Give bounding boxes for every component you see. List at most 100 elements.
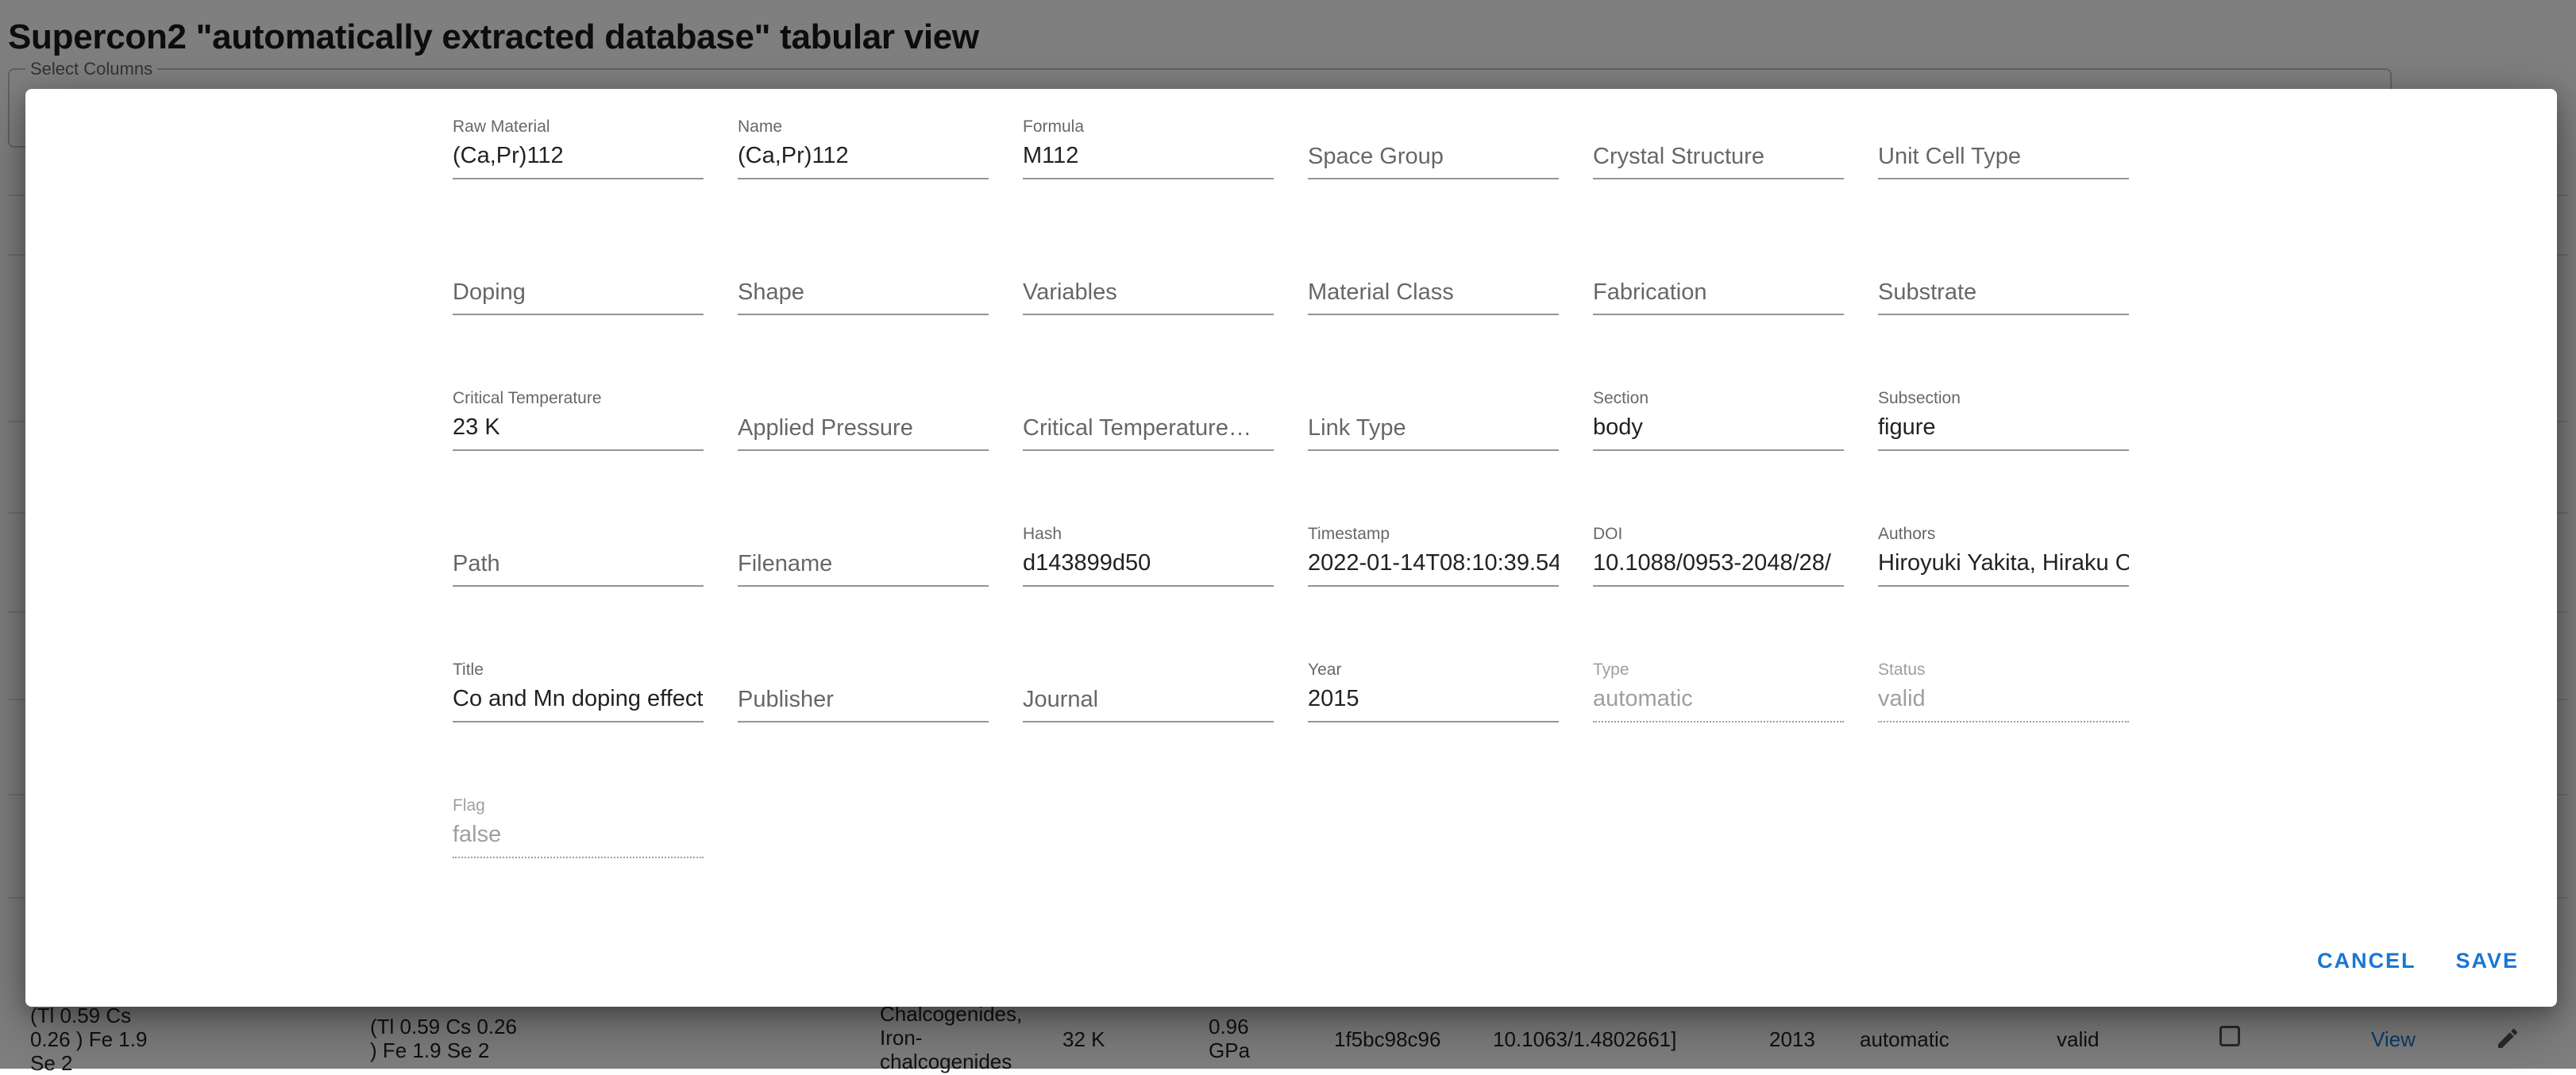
authors-field[interactable]: Authors Hiroyuki Yakita, Hiraku O bbox=[1878, 518, 2129, 654]
section-field[interactable]: Section body bbox=[1593, 383, 1844, 518]
field-underline bbox=[1023, 314, 1274, 315]
field-underline bbox=[738, 178, 989, 179]
publisher-field[interactable]: Publisher bbox=[738, 654, 989, 790]
doping-field[interactable]: Doping bbox=[453, 247, 704, 383]
field-label: Path bbox=[453, 551, 500, 576]
field-label: Publisher bbox=[738, 687, 834, 712]
flag-field: Flag false bbox=[453, 790, 704, 926]
dialog-actions: CANCEL SAVE bbox=[2304, 938, 2532, 984]
cancel-button[interactable]: CANCEL bbox=[2304, 938, 2429, 984]
field-value[interactable]: 10.1088/0953-2048/28/ bbox=[1593, 550, 1844, 576]
field-value[interactable]: 23 K bbox=[453, 414, 704, 441]
subsection-field[interactable]: Subsection figure bbox=[1878, 383, 2129, 518]
field-value: false bbox=[453, 822, 502, 847]
field-label: Formula bbox=[1023, 118, 1085, 136]
link-type-field[interactable]: Link Type bbox=[1308, 383, 1559, 518]
field-underline bbox=[453, 314, 704, 315]
filename-field[interactable]: Filename bbox=[738, 518, 989, 654]
field-label: Journal bbox=[1023, 687, 1099, 712]
field-underline bbox=[1878, 314, 2129, 315]
field-label: Link Type bbox=[1308, 415, 1406, 441]
field-underline bbox=[1308, 314, 1559, 315]
field-label: Space Group bbox=[1308, 144, 1444, 169]
field-value[interactable]: figure bbox=[1878, 414, 2129, 441]
field-value: valid bbox=[1878, 686, 1926, 711]
field-label: Material Class bbox=[1308, 279, 1454, 305]
save-button[interactable]: SAVE bbox=[2443, 938, 2532, 984]
field-label: Substrate bbox=[1878, 279, 1977, 305]
critical-temperature-field[interactable]: Critical Temperature 23 K bbox=[453, 383, 704, 518]
field-label: Critical Temperature… bbox=[1023, 415, 1251, 441]
field-underline bbox=[453, 857, 704, 858]
field-label: Year bbox=[1308, 661, 1342, 679]
status-field: Status valid bbox=[1878, 654, 2129, 790]
raw-material-field[interactable]: Raw Material (Ca,Pr)112 bbox=[453, 111, 704, 247]
field-label: Critical Temperature bbox=[453, 389, 602, 407]
path-field[interactable]: Path bbox=[453, 518, 704, 654]
field-label: Fabrication bbox=[1593, 279, 1707, 305]
field-value[interactable]: body bbox=[1593, 414, 1844, 441]
field-value[interactable]: (Ca,Pr)112 bbox=[453, 143, 704, 169]
timestamp-field[interactable]: Timestamp 2022-01-14T08:10:39.54 bbox=[1308, 518, 1559, 654]
field-underline bbox=[1878, 585, 2129, 587]
field-label: Unit Cell Type bbox=[1878, 144, 2021, 169]
field-underline bbox=[1023, 178, 1274, 179]
field-underline bbox=[1308, 721, 1559, 722]
crystal-structure-field[interactable]: Crystal Structure bbox=[1593, 111, 1844, 247]
variables-field[interactable]: Variables bbox=[1023, 247, 1274, 383]
field-value[interactable]: M112 bbox=[1023, 143, 1274, 169]
substrate-field[interactable]: Substrate bbox=[1878, 247, 2129, 383]
field-underline bbox=[738, 314, 989, 315]
shape-field[interactable]: Shape bbox=[738, 247, 989, 383]
field-value[interactable]: (Ca,Pr)112 bbox=[738, 143, 989, 169]
field-label: Variables bbox=[1023, 279, 1117, 305]
field-label: Hash bbox=[1023, 525, 1062, 543]
hash-field[interactable]: Hash d143899d50 bbox=[1023, 518, 1274, 654]
field-underline bbox=[738, 585, 989, 587]
field-value[interactable]: Hiroyuki Yakita, Hiraku O bbox=[1878, 550, 2129, 576]
critical-temperature-measurement-field[interactable]: Critical Temperature… bbox=[1023, 383, 1274, 518]
field-underline bbox=[1593, 314, 1844, 315]
field-value[interactable]: 2022-01-14T08:10:39.54 bbox=[1308, 550, 1559, 576]
field-label: DOI bbox=[1593, 525, 1623, 543]
field-underline bbox=[453, 585, 704, 587]
field-underline bbox=[453, 178, 704, 179]
field-label: Applied Pressure bbox=[738, 415, 913, 441]
type-field: Type automatic bbox=[1593, 654, 1844, 790]
space-group-field[interactable]: Space Group bbox=[1308, 111, 1559, 247]
formula-field[interactable]: Formula M112 bbox=[1023, 111, 1274, 247]
title-field[interactable]: Title Co and Mn doping effect bbox=[453, 654, 704, 790]
field-label: Flag bbox=[453, 796, 485, 815]
field-underline bbox=[738, 721, 989, 722]
unit-cell-type-field[interactable]: Unit Cell Type bbox=[1878, 111, 2129, 247]
field-underline bbox=[1593, 449, 1844, 451]
fabrication-field[interactable]: Fabrication bbox=[1593, 247, 1844, 383]
field-value[interactable]: Co and Mn doping effect bbox=[453, 686, 704, 712]
field-underline bbox=[1878, 721, 2129, 722]
field-underline bbox=[1023, 721, 1274, 722]
field-underline bbox=[1308, 178, 1559, 179]
material-class-field[interactable]: Material Class bbox=[1308, 247, 1559, 383]
field-label: Subsection bbox=[1878, 389, 1961, 407]
field-underline bbox=[1023, 585, 1274, 587]
field-value[interactable]: d143899d50 bbox=[1023, 550, 1274, 576]
field-underline bbox=[1878, 449, 2129, 451]
field-value[interactable]: 2015 bbox=[1308, 686, 1559, 712]
journal-field[interactable]: Journal bbox=[1023, 654, 1274, 790]
field-underline bbox=[1878, 178, 2129, 179]
field-label: Raw Material bbox=[453, 118, 550, 136]
field-underline bbox=[453, 721, 704, 722]
applied-pressure-field[interactable]: Applied Pressure bbox=[738, 383, 989, 518]
year-field[interactable]: Year 2015 bbox=[1308, 654, 1559, 790]
field-label: Name bbox=[738, 118, 783, 136]
field-underline bbox=[1593, 585, 1844, 587]
field-grid: Raw Material (Ca,Pr)112 Name (Ca,Pr)112 Form… bbox=[453, 111, 2129, 926]
doi-field[interactable]: DOI 10.1088/0953-2048/28/ bbox=[1593, 518, 1844, 654]
name-field[interactable]: Name (Ca,Pr)112 bbox=[738, 111, 989, 247]
field-underline bbox=[1308, 449, 1559, 451]
field-underline bbox=[453, 449, 704, 451]
field-label: Crystal Structure bbox=[1593, 144, 1764, 169]
field-label: Doping bbox=[453, 279, 526, 305]
field-label: Timestamp bbox=[1308, 525, 1390, 543]
field-label: Section bbox=[1593, 389, 1649, 407]
